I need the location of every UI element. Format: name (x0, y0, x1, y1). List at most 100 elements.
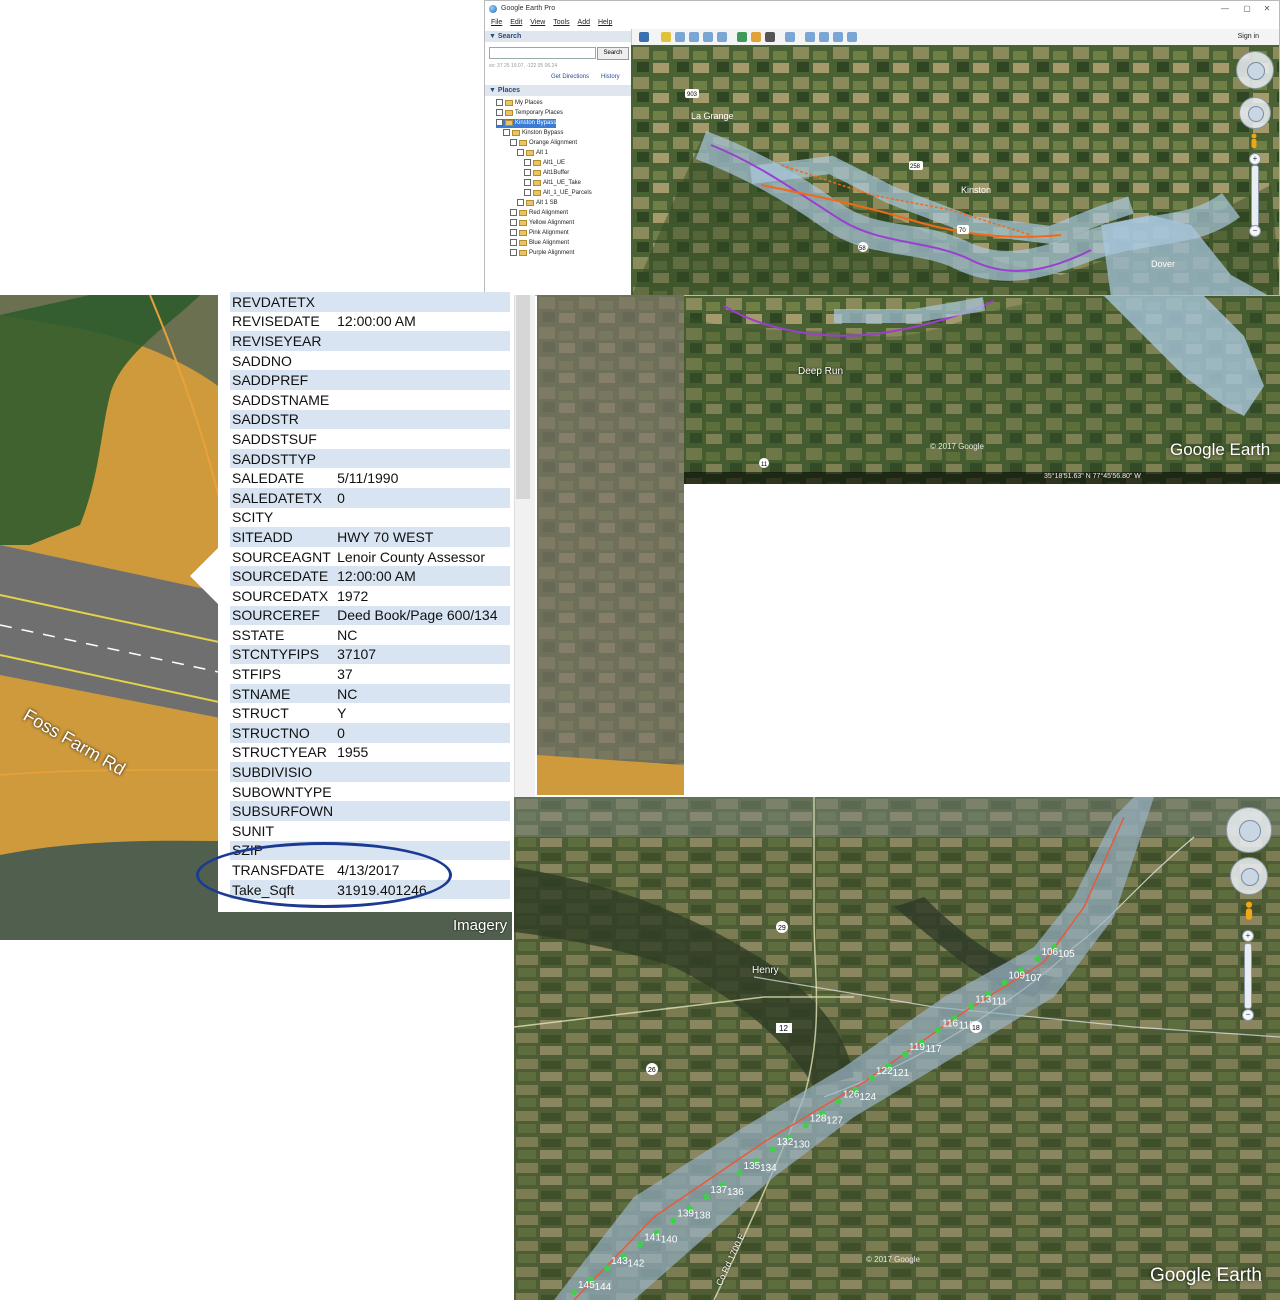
place-label-kinston[interactable]: Kinston (961, 185, 991, 195)
station-marker[interactable] (802, 1122, 809, 1129)
sunlight-icon[interactable] (751, 32, 761, 42)
get-directions-link[interactable]: Get Directions (551, 74, 589, 80)
historical-imagery-icon[interactable] (737, 32, 747, 42)
look-joystick-center[interactable] (1247, 62, 1265, 80)
station-marker[interactable] (670, 1217, 677, 1224)
henry-move-joystick-center[interactable] (1241, 868, 1259, 886)
visibility-checkbox[interactable] (510, 229, 517, 236)
visibility-checkbox[interactable] (496, 109, 503, 116)
menu-file[interactable]: File (491, 17, 502, 29)
visibility-checkbox[interactable] (524, 189, 531, 196)
record-tour-icon[interactable] (717, 32, 727, 42)
places-tree-item[interactable]: Purple Alignment (510, 249, 574, 258)
menu-edit[interactable]: Edit (510, 17, 522, 29)
close-button[interactable]: ✕ (1257, 1, 1277, 17)
place-label-deep-run[interactable]: Deep Run (798, 366, 843, 377)
attribute-scrollbar-thumb[interactable] (516, 295, 530, 499)
minimize-button[interactable]: — (1215, 1, 1235, 17)
kinston-overview-map[interactable]: La Grange Kinston Dover 903 258 70 58 + … (631, 45, 1279, 295)
menu-add[interactable]: Add (578, 17, 590, 29)
places-tree-item[interactable]: Alt_1_UE_Parcels (524, 189, 592, 198)
email-icon[interactable] (805, 32, 815, 42)
henry-zoom-out-button[interactable]: − (1242, 1009, 1254, 1021)
places-tree-item[interactable]: Alt1Buffer (524, 169, 569, 178)
menu-tools[interactable]: Tools (553, 17, 569, 29)
move-joystick-center[interactable] (1248, 106, 1264, 122)
search-button[interactable]: Search (597, 47, 629, 60)
station-marker[interactable] (571, 1289, 577, 1295)
station-marker[interactable] (604, 1265, 611, 1272)
sign-in-link[interactable]: Sign in (1238, 29, 1259, 45)
henry-look-joystick-center[interactable] (1239, 820, 1261, 842)
visibility-checkbox[interactable] (517, 199, 524, 206)
places-tree-item[interactable]: Temporary Places (496, 109, 563, 118)
street-view-pegman-icon[interactable] (1250, 133, 1258, 149)
places-tree-item[interactable]: Alt 1 SB (517, 199, 558, 208)
places-panel-header[interactable]: ▼ Places (485, 85, 631, 96)
visibility-checkbox[interactable] (503, 129, 510, 136)
maximize-button[interactable]: ▢ (1237, 1, 1257, 17)
station-marker[interactable] (868, 1074, 875, 1081)
places-tree-item[interactable]: Alt 1 (517, 149, 548, 158)
menu-help[interactable]: Help (598, 17, 612, 29)
visibility-checkbox[interactable] (510, 139, 517, 146)
henry-street-view-pegman-icon[interactable] (1244, 901, 1254, 921)
look-joystick[interactable] (1236, 51, 1274, 89)
places-tree-item[interactable]: Orange Alignment (510, 139, 577, 148)
move-joystick[interactable] (1239, 97, 1271, 129)
visibility-checkbox[interactable] (510, 239, 517, 246)
visibility-checkbox[interactable] (524, 159, 531, 166)
view-in-maps-icon[interactable] (847, 32, 857, 42)
places-tree-item[interactable]: Kinston Bypass (496, 119, 557, 128)
station-marker[interactable] (1034, 955, 1041, 962)
henry-move-joystick[interactable] (1230, 857, 1268, 895)
town-label-henry[interactable]: Henry (752, 965, 779, 976)
zoom-slider[interactable] (1251, 165, 1259, 227)
station-marker[interactable] (902, 1051, 909, 1058)
henry-look-joystick[interactable] (1226, 807, 1272, 853)
station-marker[interactable] (968, 1003, 975, 1010)
places-tree-item[interactable]: Pink Alignment (510, 229, 569, 238)
visibility-checkbox[interactable] (496, 119, 503, 126)
station-marker[interactable] (703, 1193, 710, 1200)
sidebar-toggle-icon[interactable] (639, 32, 649, 42)
places-tree-item[interactable]: My Places (496, 99, 543, 108)
path-icon[interactable] (689, 32, 699, 42)
visibility-checkbox[interactable] (510, 249, 517, 256)
station-marker[interactable] (637, 1241, 644, 1248)
place-label-la-grange[interactable]: La Grange (691, 111, 734, 121)
place-label-dover[interactable]: Dover (1151, 259, 1175, 269)
menu-view[interactable]: View (530, 17, 545, 29)
henry-3d-map[interactable]: 145 144 143 142 141 140 139 138 137 136 135 134 132 1… (514, 797, 1280, 1300)
history-link[interactable]: History (601, 74, 620, 80)
places-tree-item[interactable]: Blue Alignment (510, 239, 569, 248)
ruler-icon[interactable] (785, 32, 795, 42)
polygon-icon[interactable] (675, 32, 685, 42)
visibility-checkbox[interactable] (517, 149, 524, 156)
placemark-icon[interactable] (661, 32, 671, 42)
kinston-overview-map-lower[interactable]: 11 Deep Run © 2017 Google Google Earth 3… (684, 296, 1280, 484)
planets-icon[interactable] (765, 32, 775, 42)
zoom-in-button[interactable]: + (1249, 153, 1261, 165)
places-tree-item[interactable]: Alt1_UE_Take (524, 179, 581, 188)
search-panel-header[interactable]: ▼ Search (485, 31, 631, 42)
visibility-checkbox[interactable] (524, 169, 531, 176)
henry-zoom-in-button[interactable]: + (1242, 930, 1254, 942)
image-overlay-icon[interactable] (703, 32, 713, 42)
visibility-checkbox[interactable] (524, 179, 531, 186)
places-tree-item[interactable]: Kinston Bypass (503, 129, 563, 138)
visibility-checkbox[interactable] (510, 219, 517, 226)
station-marker[interactable] (736, 1170, 743, 1177)
station-marker[interactable] (935, 1027, 942, 1034)
places-tree-item[interactable]: Alt1_UE (524, 159, 565, 168)
print-icon[interactable] (819, 32, 829, 42)
search-input[interactable] (489, 47, 596, 59)
station-marker[interactable] (769, 1146, 776, 1153)
station-marker[interactable] (835, 1098, 842, 1105)
places-tree-item[interactable]: Yellow Alignment (510, 219, 574, 228)
save-image-icon[interactable] (833, 32, 843, 42)
henry-zoom-slider[interactable] (1244, 943, 1252, 1009)
visibility-checkbox[interactable] (510, 209, 517, 216)
zoom-out-button[interactable]: − (1249, 225, 1261, 237)
visibility-checkbox[interactable] (496, 99, 503, 106)
